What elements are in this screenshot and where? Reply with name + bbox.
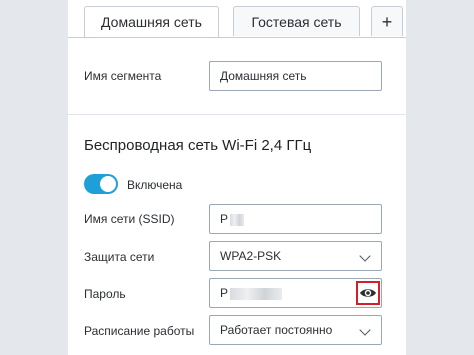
- tab-guest-network[interactable]: Гостевая сеть: [233, 6, 360, 36]
- password-label: Пароль: [84, 287, 126, 301]
- schedule-value: Работает постоянно: [220, 323, 333, 337]
- wifi-enabled-label: Включена: [127, 178, 183, 192]
- security-value: WPA2-PSK: [220, 249, 282, 263]
- segment-name-label: Имя сегмента: [84, 69, 162, 83]
- tab-home-network[interactable]: Домашняя сеть: [84, 6, 219, 38]
- add-tab-button[interactable]: +: [371, 6, 403, 36]
- wifi-section-title: Беспроводная сеть Wi-Fi 2,4 ГГц: [84, 137, 312, 154]
- toggle-knob: [100, 176, 116, 192]
- ssid-label: Имя сети (SSID): [84, 212, 175, 226]
- ssid-redaction: [230, 213, 245, 226]
- eye-icon: [360, 289, 376, 297]
- section-divider: [68, 114, 406, 115]
- password-value: P: [220, 286, 229, 300]
- password-redaction: [230, 287, 283, 300]
- schedule-select[interactable]: Работает постоянно: [209, 315, 382, 345]
- show-password-button[interactable]: [356, 281, 380, 305]
- schedule-label: Расписание работы: [84, 324, 195, 338]
- segment-name-input[interactable]: Домашняя сеть: [209, 61, 382, 91]
- tab-bar-underline: [68, 37, 406, 38]
- security-label: Защита сети: [84, 250, 155, 264]
- ssid-value: P: [220, 212, 229, 226]
- wifi-enable-toggle[interactable]: [84, 174, 118, 194]
- chevron-down-icon: [359, 250, 371, 262]
- chevron-down-icon: [359, 324, 371, 336]
- ssid-input[interactable]: P: [209, 204, 382, 234]
- security-select[interactable]: WPA2-PSK: [209, 241, 382, 271]
